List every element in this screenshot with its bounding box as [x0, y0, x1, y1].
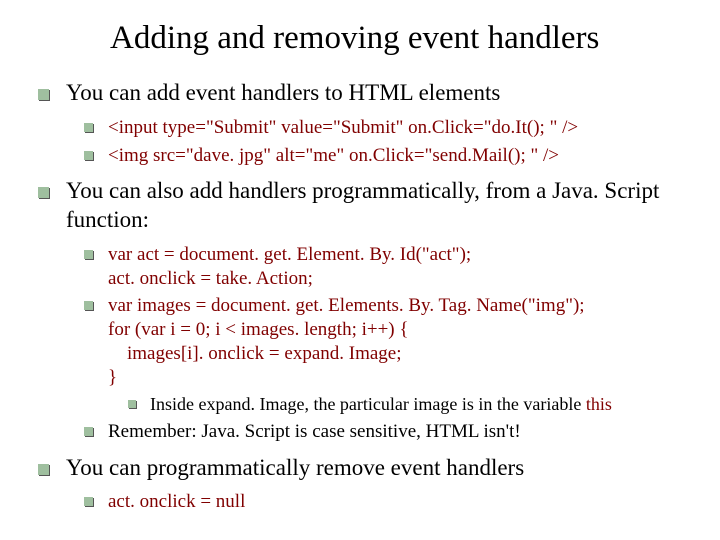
code-block: var images = document. get. Elements. By… [108, 294, 690, 389]
square-bullet-icon [38, 187, 49, 198]
bullet-text: You can programmatically remove event ha… [66, 455, 524, 480]
square-bullet-icon [84, 250, 93, 259]
bullet-text: You can add event handlers to HTML eleme… [66, 80, 500, 105]
square-bullet-icon [84, 497, 93, 506]
code-text: <input type="Submit" value="Submit" on.C… [108, 117, 578, 138]
sub-list: <input type="Submit" value="Submit" on.C… [84, 116, 690, 168]
sub-list: var act = document. get. Element. By. Id… [84, 243, 690, 444]
code-line: } [108, 366, 690, 390]
bullet-programmatic-add: You can also add handlers programmatical… [38, 177, 690, 443]
square-bullet-icon [84, 301, 93, 310]
code-line: act. onclick = take. Action; [108, 267, 690, 291]
code-line: images[i]. onclick = expand. Image; [108, 342, 690, 366]
note-text: Inside expand. Image, the particular ima… [150, 394, 586, 414]
code-line-img: <img src="dave. jpg" alt="me" on.Click="… [84, 144, 690, 168]
bullet-text: You can also add handlers programmatical… [66, 178, 659, 232]
code-line: var act = document. get. Element. By. Id… [108, 243, 690, 267]
code-block-act: var act = document. get. Element. By. Id… [84, 243, 690, 291]
bullet-list: You can add event handlers to HTML eleme… [38, 79, 690, 514]
bullet-remove-handlers: You can programmatically remove event ha… [38, 454, 690, 515]
slide: Adding and removing event handlers You c… [0, 0, 720, 540]
code-text: act. onclick = null [108, 491, 245, 512]
square-bullet-icon [84, 427, 93, 436]
note-this-variable: Inside expand. Image, the particular ima… [128, 393, 690, 416]
code-line-remove: act. onclick = null [84, 490, 690, 514]
code-text: <img src="dave. jpg" alt="me" on.Click="… [108, 145, 559, 166]
slide-title: Adding and removing event handlers [110, 20, 690, 57]
square-bullet-icon [38, 464, 49, 475]
keyword-this: this [586, 394, 612, 414]
code-line: for (var i = 0; i < images. length; i++)… [108, 318, 690, 342]
square-bullet-icon [84, 151, 93, 160]
code-block-images: var images = document. get. Elements. By… [84, 294, 690, 416]
sub-sub-list: Inside expand. Image, the particular ima… [128, 393, 690, 416]
square-bullet-icon [84, 123, 93, 132]
note-case-sensitive: Remember: Java. Script is case sensitive… [84, 420, 690, 444]
bullet-text: Remember: Java. Script is case sensitive… [108, 421, 521, 442]
sub-list: act. onclick = null [84, 490, 690, 514]
bullet-add-handlers: You can add event handlers to HTML eleme… [38, 79, 690, 167]
code-line: var images = document. get. Elements. By… [108, 294, 690, 318]
square-bullet-icon [128, 400, 136, 408]
code-line-input: <input type="Submit" value="Submit" on.C… [84, 116, 690, 140]
code-block: var act = document. get. Element. By. Id… [108, 243, 690, 291]
square-bullet-icon [38, 89, 49, 100]
